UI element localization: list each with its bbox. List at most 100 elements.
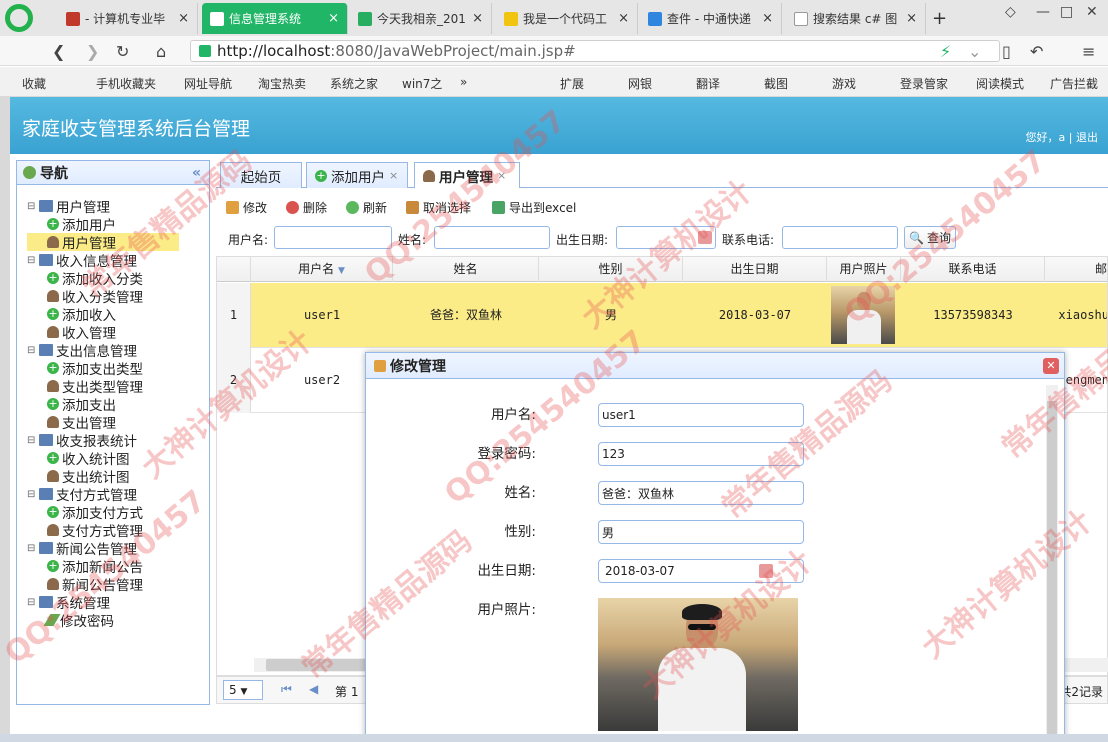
tab-close-icon[interactable]: × bbox=[389, 169, 398, 182]
nav-item[interactable]: 支出类型管理 bbox=[47, 377, 143, 396]
nav-item[interactable]: + 添加收入分类 bbox=[47, 269, 143, 288]
flash-icon[interactable]: ⚡ bbox=[940, 42, 951, 61]
scrollbar-thumb[interactable] bbox=[1047, 401, 1057, 741]
tab-close-icon[interactable]: × bbox=[900, 11, 917, 26]
nav-item[interactable]: + 添加支出 bbox=[47, 395, 116, 414]
browser-tab[interactable]: 今天我相亲_201 × bbox=[350, 3, 492, 34]
extension-item[interactable]: 扩展 bbox=[560, 75, 584, 92]
browser-tab[interactable]: 搜索结果 c# 图 × bbox=[786, 3, 926, 34]
column-header[interactable]: 邮 bbox=[1045, 257, 1107, 282]
skin-icon[interactable]: ◇ bbox=[1005, 4, 1016, 20]
query-button[interactable]: 🔍 查询 bbox=[904, 226, 956, 249]
nav-item[interactable]: 收入分类管理 bbox=[47, 287, 143, 306]
column-header[interactable]: 用户照片 bbox=[827, 257, 901, 282]
nav-item[interactable]: 支付方式管理 bbox=[47, 521, 143, 540]
column-header[interactable]: 联系电话 bbox=[901, 257, 1045, 282]
nav-item[interactable]: + 添加收入 bbox=[47, 305, 116, 324]
forward-icon[interactable]: ❯ bbox=[86, 42, 99, 61]
username-field[interactable]: user1 bbox=[598, 403, 804, 427]
tab-home[interactable]: 起始页 bbox=[220, 162, 302, 188]
phone-icon[interactable]: ▯ bbox=[1002, 42, 1011, 61]
column-header[interactable]: 性别 bbox=[539, 257, 683, 282]
nav-group[interactable]: ⊟ 用户管理 bbox=[27, 197, 110, 216]
prev-page-icon[interactable]: ◀ bbox=[309, 682, 318, 696]
collapse-icon[interactable]: « bbox=[192, 165, 201, 181]
bookmark-item[interactable]: 手机收藏夹 bbox=[96, 75, 156, 92]
birth-search-input[interactable] bbox=[616, 226, 716, 249]
maximize-icon[interactable]: □ bbox=[1060, 4, 1073, 20]
bookmark-item[interactable]: 网址导航 bbox=[184, 75, 232, 92]
tab-close-icon[interactable]: × bbox=[497, 169, 506, 182]
table-row[interactable]: 1 user1 爸爸：双鱼林 男 2018-03-07 13573598343 … bbox=[217, 283, 1107, 348]
extension-item[interactable]: 网银 bbox=[628, 75, 652, 92]
nav-item[interactable]: 用户管理 bbox=[27, 233, 179, 252]
nav-item[interactable]: 收入管理 bbox=[47, 323, 116, 342]
collapse-toggle-icon[interactable]: ⊟ bbox=[27, 597, 37, 608]
nav-item[interactable]: + 收入统计图 bbox=[47, 449, 130, 468]
dialog-close-button[interactable]: ✕ bbox=[1043, 358, 1059, 374]
column-header[interactable]: 出生日期 bbox=[683, 257, 827, 282]
bookmark-item[interactable]: 淘宝热卖 bbox=[258, 75, 306, 92]
password-field[interactable]: 123 bbox=[598, 442, 804, 466]
collapse-toggle-icon[interactable]: ⊟ bbox=[27, 489, 37, 500]
nav-item[interactable]: + 添加支出类型 bbox=[47, 359, 143, 378]
new-tab-icon[interactable]: + bbox=[932, 8, 947, 29]
collapse-toggle-icon[interactable]: ⊟ bbox=[27, 201, 37, 212]
nav-item[interactable]: 支出管理 bbox=[47, 413, 116, 432]
edit-button[interactable]: 修改 bbox=[226, 199, 267, 216]
nav-item[interactable]: + 添加支付方式 bbox=[47, 503, 143, 522]
dropdown-icon[interactable]: ⌄ bbox=[968, 42, 981, 61]
window-close-icon[interactable]: ✕ bbox=[1086, 4, 1098, 20]
nav-group[interactable]: ⊟ 收入信息管理 bbox=[27, 251, 137, 270]
tab-user-manage[interactable]: 用户管理 × bbox=[414, 162, 520, 188]
page-size-select[interactable]: 5 ▼ bbox=[223, 680, 263, 700]
browser-tab[interactable]: 查件 - 中通快递 × bbox=[640, 3, 782, 34]
collapse-toggle-icon[interactable]: ⊟ bbox=[27, 345, 37, 356]
extension-item[interactable]: 登录管家 bbox=[900, 75, 948, 92]
browser-tab[interactable]: - 计算机专业毕 × bbox=[58, 3, 198, 34]
browser-tab[interactable]: 我是一个代码工 × bbox=[496, 3, 638, 34]
nav-item[interactable]: + 添加用户 bbox=[47, 215, 116, 234]
tab-close-icon[interactable]: × bbox=[466, 11, 483, 26]
export-excel-button[interactable]: 导出到excel bbox=[492, 199, 576, 216]
nav-group[interactable]: ⊟ 支付方式管理 bbox=[27, 485, 137, 504]
minimize-icon[interactable]: — bbox=[1036, 4, 1050, 20]
extension-item[interactable]: 阅读模式 bbox=[976, 75, 1024, 92]
nav-item[interactable]: 支出统计图 bbox=[47, 467, 130, 486]
cancel-select-button[interactable]: 取消选择 bbox=[406, 199, 471, 216]
extension-item[interactable]: 广告拦截 bbox=[1050, 75, 1098, 92]
name-search-input[interactable] bbox=[434, 226, 550, 249]
gender-field[interactable]: 男 bbox=[598, 520, 804, 544]
home-icon[interactable]: ⌂ bbox=[156, 42, 166, 61]
collapse-toggle-icon[interactable]: ⊟ bbox=[27, 255, 37, 266]
calendar-icon[interactable] bbox=[698, 231, 712, 244]
extension-item[interactable]: 游戏 bbox=[832, 75, 856, 92]
header-user-links[interactable]: 您好，a | 退出 bbox=[1026, 129, 1098, 145]
bookmark-item[interactable]: 收藏 bbox=[22, 75, 46, 92]
calendar-icon[interactable] bbox=[759, 564, 773, 578]
reload-icon[interactable]: ↻ bbox=[116, 42, 129, 61]
tab-close-icon[interactable]: × bbox=[172, 11, 189, 26]
tab-close-icon[interactable]: × bbox=[322, 11, 339, 26]
extension-item[interactable]: 翻译 bbox=[696, 75, 720, 92]
nav-item[interactable]: + 添加新闻公告 bbox=[47, 557, 143, 576]
phone-search-input[interactable] bbox=[782, 226, 898, 249]
bookmark-item[interactable]: 系统之家 bbox=[330, 75, 378, 92]
delete-button[interactable]: 删除 bbox=[286, 199, 327, 216]
nav-group[interactable]: ⊟ 新闻公告管理 bbox=[27, 539, 137, 558]
menu-icon[interactable]: ≡ bbox=[1082, 42, 1095, 61]
back-icon[interactable]: ❮ bbox=[52, 42, 65, 61]
nav-item[interactable]: 修改密码 bbox=[43, 611, 114, 630]
bookmarks-more-icon[interactable]: » bbox=[460, 75, 467, 89]
tab-close-icon[interactable]: × bbox=[612, 11, 629, 26]
nav-group[interactable]: ⊟ 支出信息管理 bbox=[27, 341, 137, 360]
name-field[interactable]: 爸爸：双鱼林 bbox=[598, 481, 804, 505]
first-page-icon[interactable]: ⏮ bbox=[281, 682, 292, 697]
url-input[interactable]: http://localhost:8080/JavaWebProject/mai… bbox=[190, 40, 1000, 62]
nav-group[interactable]: ⊟ 系统管理 bbox=[27, 593, 110, 612]
browser-tab-active[interactable]: 信息管理系统 × bbox=[202, 3, 348, 34]
birth-date-field[interactable]: 2018-03-07 bbox=[598, 559, 804, 583]
collapse-toggle-icon[interactable]: ⊟ bbox=[27, 543, 37, 554]
extension-item[interactable]: 截图 bbox=[764, 75, 788, 92]
nav-item[interactable]: 新闻公告管理 bbox=[47, 575, 143, 594]
